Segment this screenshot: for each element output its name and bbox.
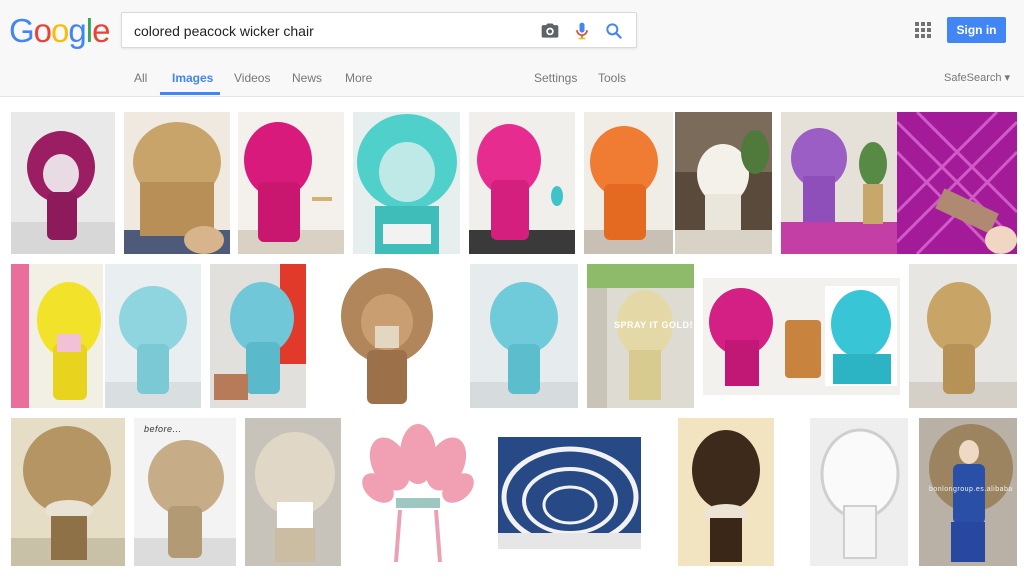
- header-bar: Google Sign in All Images Videos News Mo…: [0, 0, 1024, 97]
- image-result[interactable]: [470, 264, 578, 408]
- tools-link[interactable]: Tools: [598, 71, 626, 85]
- active-tab-indicator: [160, 92, 220, 95]
- tab-videos[interactable]: Videos: [234, 71, 270, 85]
- apps-grid-icon[interactable]: [915, 22, 931, 38]
- image-result[interactable]: [11, 112, 115, 254]
- image-caption-overlay: before...: [144, 424, 182, 434]
- image-result[interactable]: [210, 264, 306, 408]
- image-caption-overlay: SPRAY IT GOLD!: [614, 320, 694, 330]
- image-result[interactable]: bonlongroup.es.alibaba: [919, 418, 1017, 566]
- search-icon[interactable]: [604, 21, 624, 41]
- image-result[interactable]: [11, 264, 103, 408]
- image-result[interactable]: [584, 112, 673, 254]
- image-result[interactable]: [897, 112, 1017, 254]
- image-result[interactable]: SPRAY IT GOLD!: [587, 264, 694, 408]
- image-result[interactable]: [469, 112, 575, 254]
- image-result[interactable]: [810, 418, 908, 566]
- image-result[interactable]: [781, 112, 897, 254]
- image-result[interactable]: [678, 418, 774, 566]
- sign-in-button[interactable]: Sign in: [947, 17, 1006, 43]
- image-result[interactable]: [675, 112, 772, 254]
- search-box[interactable]: [121, 12, 637, 48]
- image-result[interactable]: [245, 418, 341, 566]
- tab-all[interactable]: All: [134, 71, 147, 85]
- search-input[interactable]: [134, 21, 514, 41]
- safesearch-dropdown[interactable]: SafeSearch ▾: [944, 71, 1010, 84]
- settings-link[interactable]: Settings: [534, 71, 577, 85]
- watermark-text: bonlongroup.es.alibaba: [929, 486, 1013, 493]
- tab-images[interactable]: Images: [172, 71, 213, 85]
- image-result[interactable]: [11, 418, 125, 566]
- image-result[interactable]: [703, 278, 900, 395]
- tab-news[interactable]: News: [292, 71, 322, 85]
- image-result[interactable]: [124, 112, 230, 254]
- image-result[interactable]: [498, 437, 641, 549]
- microphone-icon[interactable]: [572, 21, 592, 41]
- image-result[interactable]: [353, 112, 460, 254]
- tab-more[interactable]: More: [345, 71, 372, 85]
- camera-icon[interactable]: [540, 21, 560, 41]
- image-result[interactable]: [333, 264, 440, 408]
- image-result[interactable]: [909, 264, 1017, 408]
- image-result[interactable]: before...: [134, 418, 236, 566]
- image-result[interactable]: [238, 112, 344, 254]
- google-logo[interactable]: Google: [9, 12, 110, 50]
- image-result[interactable]: [105, 264, 201, 408]
- image-result[interactable]: [360, 418, 477, 566]
